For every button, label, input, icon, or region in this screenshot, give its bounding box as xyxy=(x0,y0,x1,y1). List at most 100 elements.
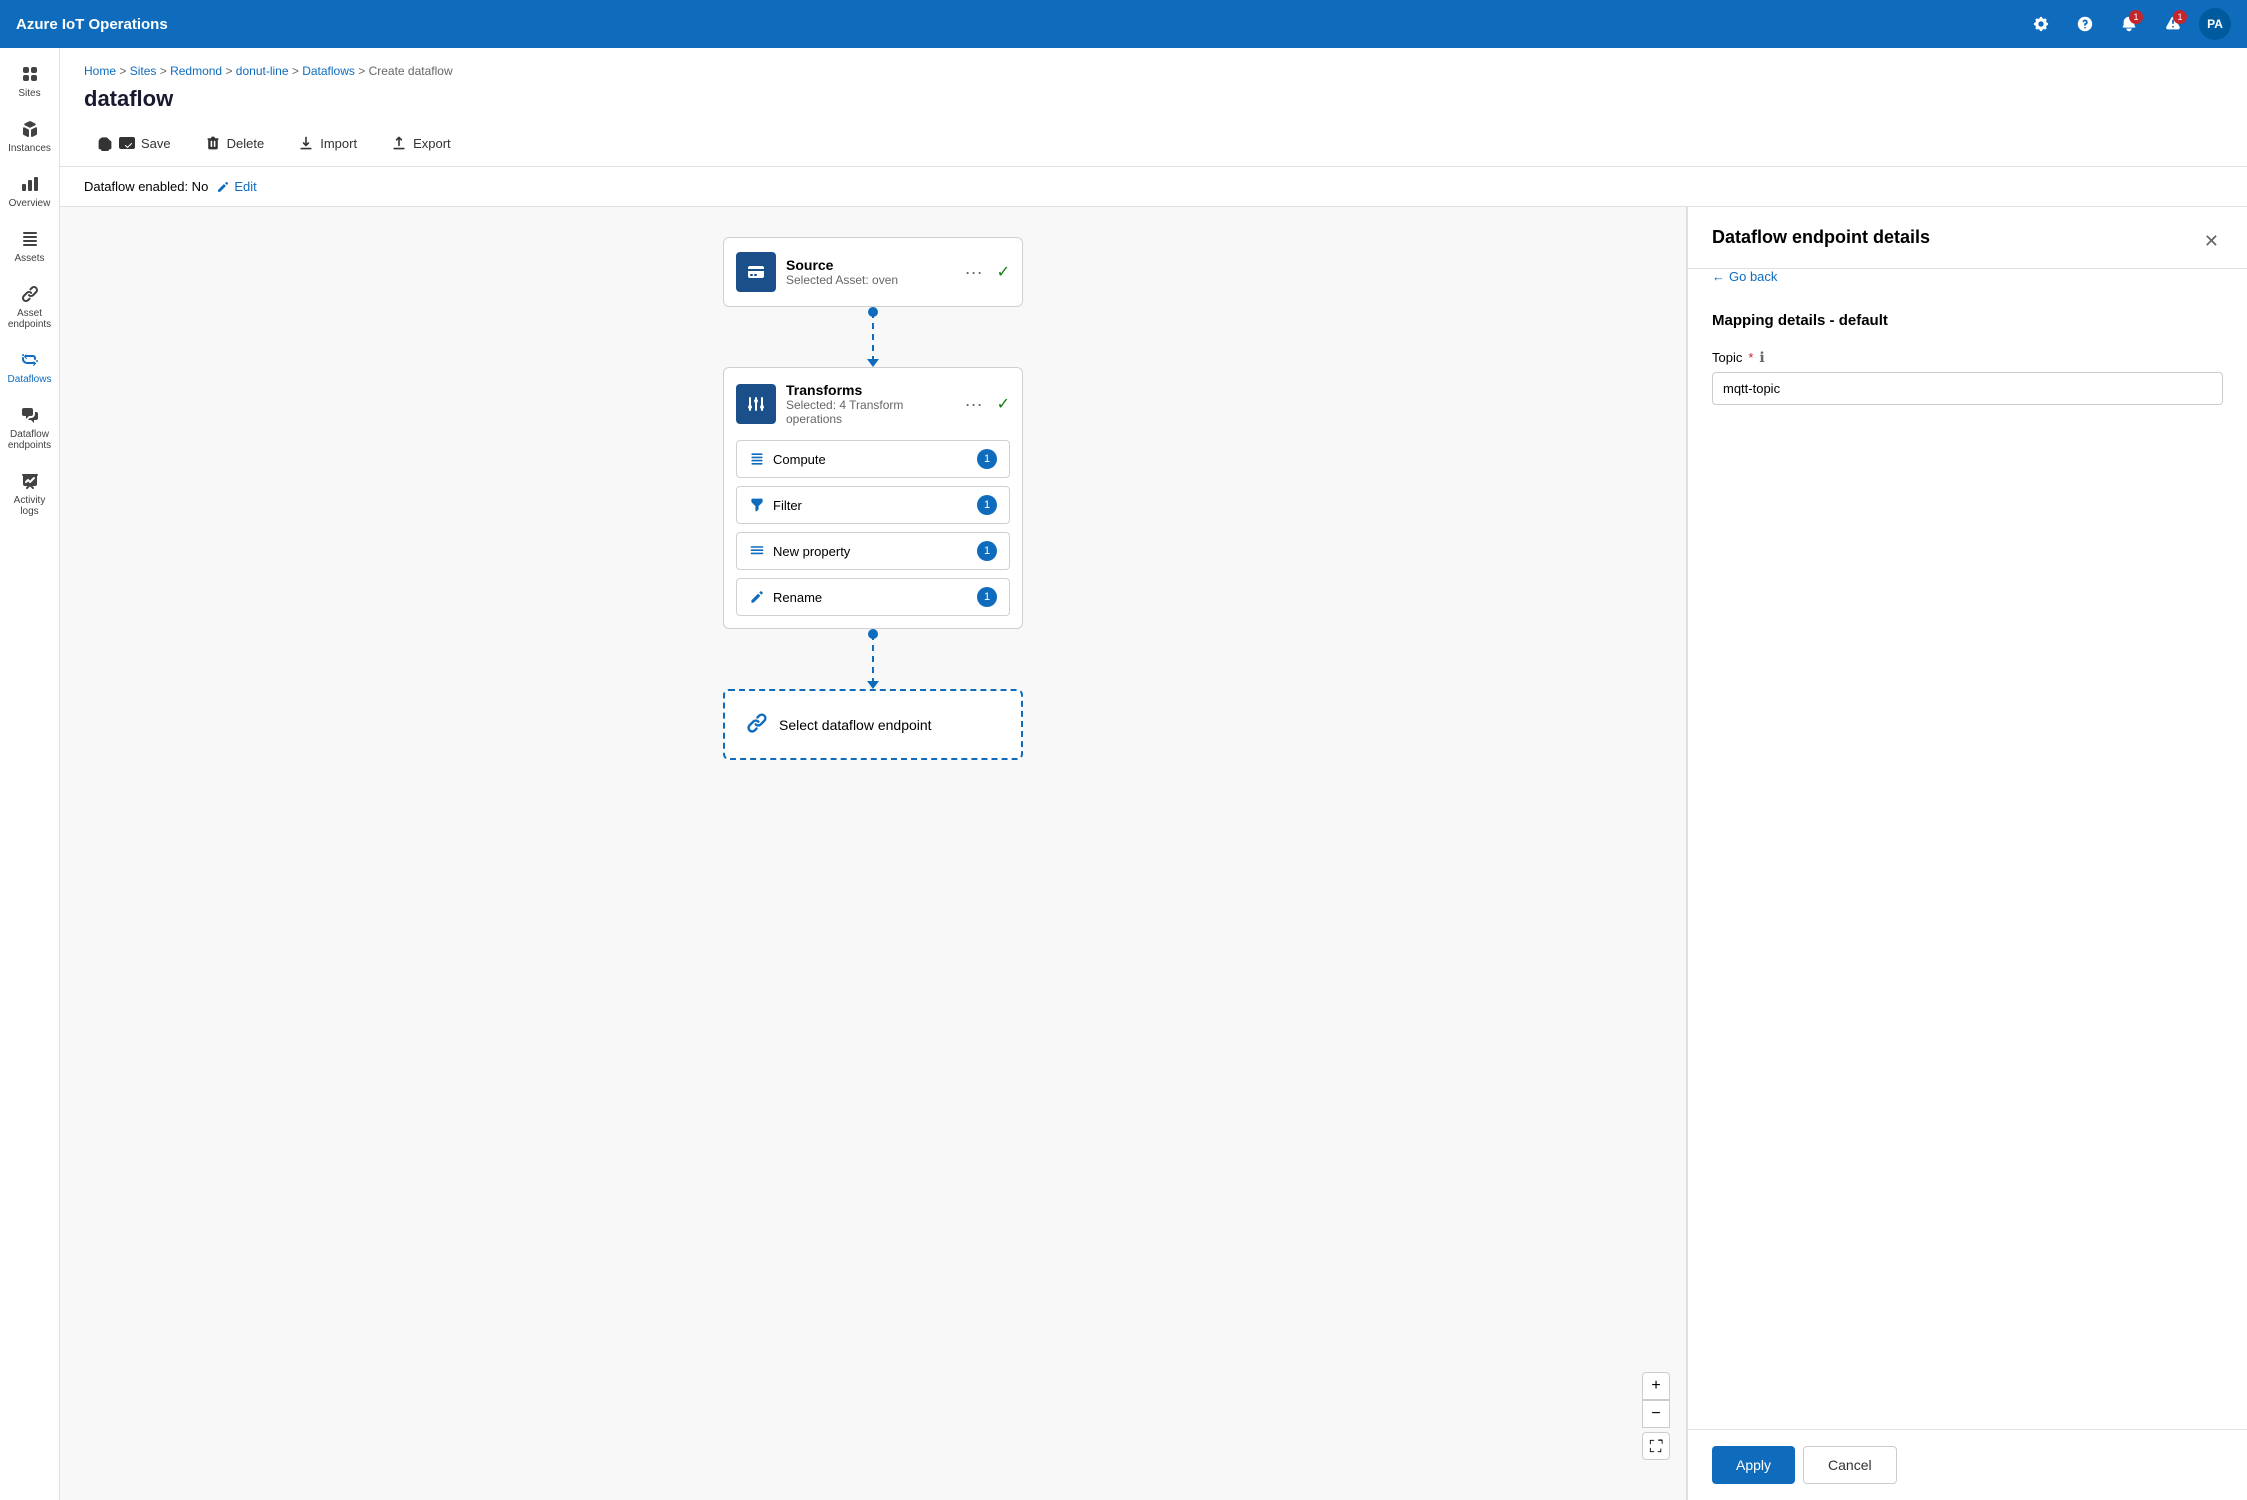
page-header: Home > Sites > Redmond > donut-line > Da… xyxy=(60,48,2247,120)
filter-label: Filter xyxy=(773,498,802,513)
source-node-header: Source Selected Asset: oven ··· ✓ xyxy=(724,238,1022,306)
edit-button[interactable]: Edit xyxy=(216,179,256,194)
sidebar-label-dataflows: Dataflows xyxy=(8,374,52,385)
go-back-button[interactable]: ← Go back xyxy=(1688,269,2247,296)
import-button[interactable]: Import xyxy=(285,128,370,158)
info-icon[interactable]: ℹ xyxy=(1759,349,1764,366)
zoom-out-button[interactable]: − xyxy=(1642,1400,1670,1428)
edit-label: Edit xyxy=(234,179,256,194)
topic-label: Topic * ℹ xyxy=(1712,349,2223,366)
breadcrumb-redmond[interactable]: Redmond xyxy=(170,64,222,78)
transform-item-rename[interactable]: Rename 1 xyxy=(736,578,1010,616)
status-bar: Dataflow enabled: No Edit xyxy=(60,167,2247,207)
alerts-button[interactable]: 1 xyxy=(2155,6,2191,42)
settings-button[interactable] xyxy=(2023,6,2059,42)
breadcrumb-current: Create dataflow xyxy=(369,64,453,78)
source-node-icon xyxy=(736,252,776,292)
transform-node-check: ✓ xyxy=(997,394,1010,414)
breadcrumb-donut-line[interactable]: donut-line xyxy=(236,64,289,78)
cancel-button[interactable]: Cancel xyxy=(1803,1446,1897,1484)
breadcrumb-home[interactable]: Home xyxy=(84,64,116,78)
transform-item-filter[interactable]: Filter 1 xyxy=(736,486,1010,524)
topbar: Azure IoT Operations 1 1 PA xyxy=(0,0,2247,48)
sidebar-label-dataflow-endpoints: Dataflow endpoints xyxy=(6,429,54,451)
apply-button[interactable]: Apply xyxy=(1712,1446,1795,1484)
connector-arrow-2 xyxy=(867,681,879,689)
transform-node-icon xyxy=(736,384,776,424)
zoom-controls: + − xyxy=(1642,1372,1670,1460)
alerts-badge: 1 xyxy=(2173,10,2187,24)
transform-node-info: Transforms Selected: 4 Transform operati… xyxy=(786,382,951,426)
topic-input[interactable] xyxy=(1712,372,2223,405)
sidebar-item-assets[interactable]: Assets xyxy=(2,221,58,272)
topbar-actions: 1 1 PA xyxy=(2023,6,2231,42)
sidebar: Sites Instances Overview Assets Asset en… xyxy=(0,48,60,1500)
new-property-badge: 1 xyxy=(977,541,997,561)
connector-line-1 xyxy=(872,312,874,362)
transform-node-subtitle: Selected: 4 Transform operations xyxy=(786,398,951,426)
export-label: Export xyxy=(413,136,451,151)
delete-button[interactable]: Delete xyxy=(192,128,278,158)
filter-badge: 1 xyxy=(977,495,997,515)
sidebar-item-activity-logs[interactable]: Activity logs xyxy=(2,463,58,525)
mapping-title: Mapping details - default xyxy=(1712,296,2223,329)
sidebar-item-dataflows[interactable]: Dataflows xyxy=(2,342,58,393)
app-body: Sites Instances Overview Assets Asset en… xyxy=(0,48,2247,1500)
rename-label: Rename xyxy=(773,590,822,605)
dataflow-status: Dataflow enabled: No xyxy=(84,179,208,194)
flow-canvas[interactable]: Source Selected Asset: oven ··· ✓ xyxy=(60,207,1687,1500)
canvas-panel-row: Source Selected Asset: oven ··· ✓ xyxy=(60,207,2247,1500)
source-node[interactable]: Source Selected Asset: oven ··· ✓ xyxy=(723,237,1023,307)
sidebar-label-assets: Assets xyxy=(14,253,44,264)
source-node-check: ✓ xyxy=(997,262,1010,282)
import-label: Import xyxy=(320,136,357,151)
go-back-label: Go back xyxy=(1729,269,1777,284)
select-endpoint-node[interactable]: Select dataflow endpoint xyxy=(723,689,1023,760)
main-content: Home > Sites > Redmond > donut-line > Da… xyxy=(60,48,2247,1500)
transform-node[interactable]: Transforms Selected: 4 Transform operati… xyxy=(723,367,1023,629)
content-area: Dataflow enabled: No Edit xyxy=(60,167,2247,1500)
sidebar-item-asset-endpoints[interactable]: Asset endpoints xyxy=(2,276,58,338)
sidebar-item-overview[interactable]: Overview xyxy=(2,166,58,217)
panel-close-button[interactable]: ✕ xyxy=(2200,227,2223,256)
new-property-label: New property xyxy=(773,544,850,559)
connector-2 xyxy=(90,629,1656,689)
save-button[interactable]: Save xyxy=(84,128,184,158)
help-button[interactable] xyxy=(2067,6,2103,42)
sidebar-label-sites: Sites xyxy=(18,88,40,99)
sidebar-item-instances[interactable]: Instances xyxy=(2,111,58,162)
breadcrumb-dataflows[interactable]: Dataflows xyxy=(302,64,355,78)
rename-badge: 1 xyxy=(977,587,997,607)
transform-item-new-property[interactable]: New property 1 xyxy=(736,532,1010,570)
breadcrumb: Home > Sites > Redmond > donut-line > Da… xyxy=(84,64,2223,78)
connector-1 xyxy=(90,307,1656,367)
transform-items: Compute 1 Filter 1 New xyxy=(724,440,1022,628)
breadcrumb-sites[interactable]: Sites xyxy=(130,64,157,78)
source-node-title: Source xyxy=(786,257,951,273)
go-back-arrow-icon: ← xyxy=(1712,269,1725,284)
topic-field: Topic * ℹ xyxy=(1712,349,2223,405)
sidebar-label-activity-logs: Activity logs xyxy=(6,495,54,517)
app-title: Azure IoT Operations xyxy=(16,16,168,33)
required-star: * xyxy=(1748,350,1753,365)
sidebar-item-sites[interactable]: Sites xyxy=(2,56,58,107)
panel-title: Dataflow endpoint details xyxy=(1712,227,1930,248)
user-avatar[interactable]: PA xyxy=(2199,8,2231,40)
connector-arrow-1 xyxy=(867,359,879,367)
source-node-more-button[interactable]: ··· xyxy=(961,258,987,287)
export-button[interactable]: Export xyxy=(378,128,464,158)
panel-header: Dataflow endpoint details ✕ xyxy=(1688,207,2247,269)
page-title: dataflow xyxy=(84,86,2223,112)
transform-node-more-button[interactable]: ··· xyxy=(961,390,987,419)
right-panel: Dataflow endpoint details ✕ ← Go back Ma… xyxy=(1687,207,2247,1500)
canvas-inner: Source Selected Asset: oven ··· ✓ xyxy=(60,207,1686,1500)
endpoint-icon xyxy=(745,711,769,738)
notifications-button[interactable]: 1 xyxy=(2111,6,2147,42)
fit-view-button[interactable] xyxy=(1642,1432,1670,1460)
toolbar: Save Delete Import Export xyxy=(60,120,2247,167)
transform-item-compute[interactable]: Compute 1 xyxy=(736,440,1010,478)
compute-badge: 1 xyxy=(977,449,997,469)
zoom-in-button[interactable]: + xyxy=(1642,1372,1670,1400)
sidebar-item-dataflow-endpoints[interactable]: Dataflow endpoints xyxy=(2,397,58,459)
transform-node-header: Transforms Selected: 4 Transform operati… xyxy=(724,368,1022,440)
